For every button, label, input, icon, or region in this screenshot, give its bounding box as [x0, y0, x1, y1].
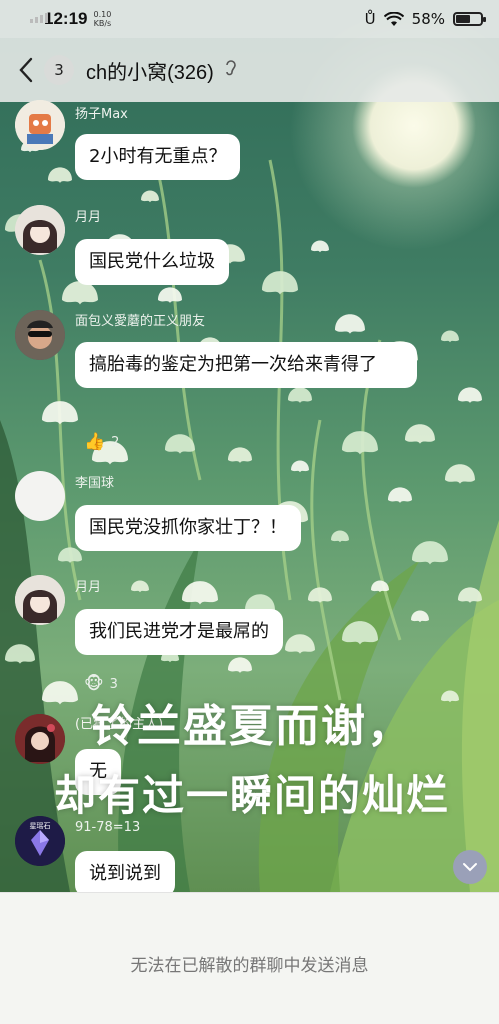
chat-header: 3 ch的小窝(326) [0, 38, 499, 102]
chat-title: ch的小窝(326) [86, 61, 214, 84]
unread-count-badge[interactable]: 3 [44, 55, 74, 85]
avatar[interactable] [15, 575, 65, 625]
background-poem-line-2: 却有过一瞬间的灿烂 [53, 771, 450, 820]
avatar[interactable] [15, 100, 65, 150]
lily-bell-flower [58, 547, 82, 563]
network-speed-value: 0.10 [93, 10, 112, 19]
battery-percent: 58% [411, 10, 445, 28]
avatar-label: 星瑶石 [29, 822, 51, 830]
sender-name: 91-78=13 [75, 820, 141, 835]
lily-bell-flower [158, 287, 182, 303]
lily-bell-flower [388, 487, 412, 503]
lily-bell-flower [141, 190, 159, 203]
lily-bell-flower [288, 387, 312, 403]
lily-bell-flower [405, 424, 435, 444]
battery-icon [453, 12, 486, 26]
chevron-down-icon [463, 863, 477, 872]
thumbs-up-icon: 👍 [84, 432, 106, 452]
sender-name: 月月 [75, 580, 102, 595]
status-bar: 12:19 0.10 KB/s Ů 58% [0, 0, 499, 38]
chevron-left-icon [19, 57, 33, 83]
sender-name: 月月 [75, 210, 102, 225]
message-bubble[interactable]: 搞胎毒的鉴定为把第一次给来青得了 [75, 342, 417, 388]
lily-bell-flower [342, 431, 378, 455]
bluetooth-icon: Ů [364, 10, 376, 28]
lily-bell-flower [335, 314, 365, 334]
sender-name: 面包义愛蘑的正义朋友 [75, 314, 206, 329]
message-bubble[interactable]: 说到说到 [75, 851, 175, 897]
wifi-icon [383, 11, 404, 26]
lily-bell-flower [291, 460, 309, 473]
lily-bell-flower [228, 447, 252, 463]
lily-bell-flower [308, 587, 332, 603]
lily-bell-flower [412, 541, 448, 565]
lily-bell-flower [262, 271, 298, 295]
sender-name: 扬子Max [75, 107, 128, 122]
message-bubble[interactable]: 国民党没抓你家壮丁？！ [75, 505, 301, 551]
lily-bell-flower [311, 240, 329, 253]
avatar[interactable] [15, 471, 65, 521]
message-bubble[interactable]: 2小时有无重点？ [75, 134, 241, 180]
input-area-disabled: 无法在已解散的群聊中发送消息 [0, 892, 499, 1024]
lily-bell-flower [411, 610, 429, 623]
avatar[interactable]: 星瑶石 [15, 816, 65, 866]
background-poem-line-1: 铃兰盛夏而谢， [91, 701, 413, 752]
disbanded-group-notice: 无法在已解散的群聊中发送消息 [130, 956, 369, 976]
reaction-bar[interactable]: 👍 2 [84, 432, 119, 452]
lily-bell-flower [285, 634, 315, 654]
lily-bell-flower [445, 464, 475, 484]
network-speed-unit: KB/s [93, 19, 112, 28]
lily-bell-flower [131, 580, 149, 593]
message-bubble[interactable]: 国民党什么垃圾 [75, 239, 229, 285]
message-bubble[interactable]: 我们民进党才是最屌的 [75, 609, 283, 655]
lily-bell-flower [458, 587, 482, 603]
back-button[interactable] [14, 53, 38, 87]
lily-bell-flower [331, 530, 349, 543]
lily-bell-flower [441, 330, 459, 343]
network-speed: 0.10 KB/s [93, 10, 111, 28]
scroll-to-bottom-button[interactable] [453, 850, 487, 884]
lily-bell-flower [48, 167, 72, 183]
avatar[interactable] [15, 310, 65, 360]
signal-icon [30, 13, 48, 23]
lily-bell-flower [228, 657, 252, 673]
sender-name: 李国球 [75, 476, 115, 491]
ear-mode-icon[interactable] [224, 59, 238, 81]
reaction-count: 2 [111, 434, 120, 450]
lily-bell-flower [42, 401, 78, 425]
lily-bell-flower [371, 580, 389, 593]
avatar[interactable] [15, 205, 65, 255]
clock: 12:19 [44, 9, 88, 28]
lily-bell-flower [458, 387, 482, 403]
